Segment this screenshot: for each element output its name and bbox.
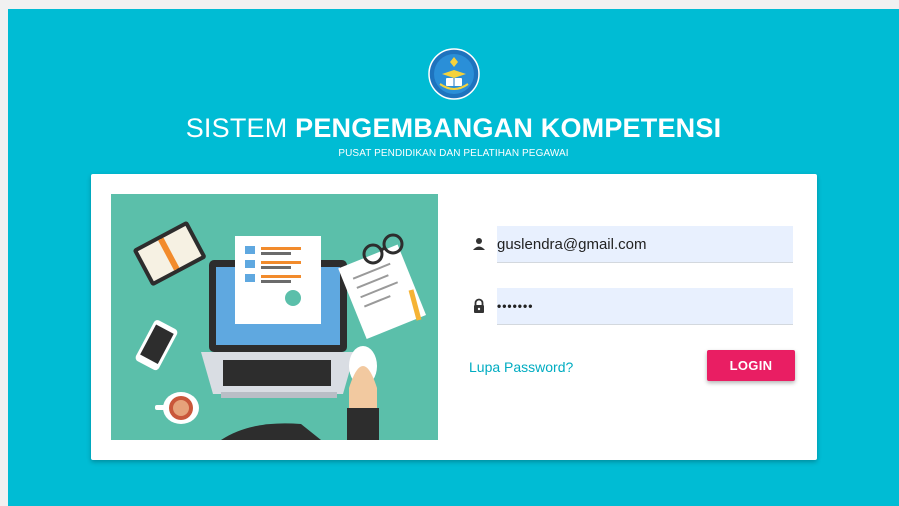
password-input[interactable]	[497, 288, 787, 324]
laptop-checklist-illustration	[111, 194, 438, 440]
app-title: SISTEM PENGEMBANGAN KOMPETENSI	[8, 113, 899, 144]
ministry-logo-icon	[428, 48, 480, 100]
password-input-box	[497, 288, 793, 325]
email-field	[467, 226, 797, 263]
login-card: Lupa Password? LOGIN	[91, 174, 817, 460]
email-input-box	[497, 226, 793, 263]
email-input[interactable]	[497, 226, 787, 262]
app-subtitle: PUSAT PENDIDIKAN DAN PELATIHAN PEGAWAI	[338, 148, 569, 159]
password-field	[467, 288, 797, 325]
app-title-light: SISTEM	[185, 113, 288, 143]
person-icon	[473, 238, 485, 250]
app-title-bold: PENGEMBANGAN KOMPETENSI	[295, 113, 722, 143]
page-background: SISTEM PENGEMBANGAN KOMPETENSI PUSAT PEN…	[8, 9, 899, 506]
forgot-password-link[interactable]: Lupa Password?	[469, 359, 573, 375]
login-button[interactable]: LOGIN	[707, 350, 795, 381]
lock-icon	[474, 298, 484, 313]
